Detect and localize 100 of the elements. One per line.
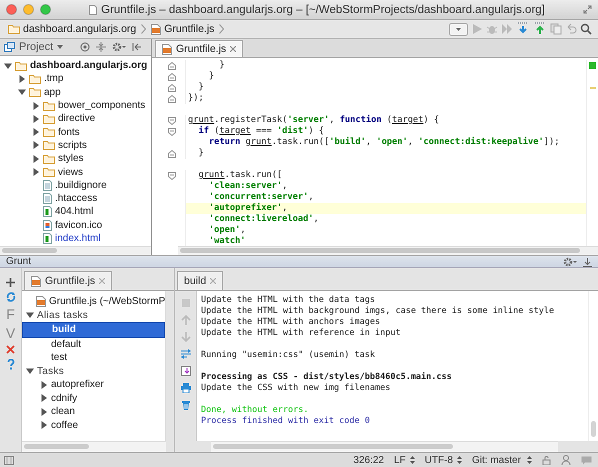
gear-icon[interactable] — [563, 256, 577, 266]
vcs-commit-icon[interactable] — [533, 22, 547, 36]
folder-name[interactable]: fonts — [58, 126, 80, 138]
gruntfile-name[interactable]: Gruntfile.js (~/WebStormP — [49, 296, 165, 308]
folder-name[interactable]: bower_components — [58, 100, 146, 112]
expand-arrow-icon[interactable] — [18, 88, 26, 96]
fold-icon[interactable] — [168, 116, 176, 124]
refresh-icon[interactable] — [6, 292, 16, 302]
close-icon[interactable] — [210, 278, 216, 284]
panel-title: Grunt — [6, 256, 32, 267]
gear-icon[interactable] — [112, 42, 126, 52]
expand-arrow-icon[interactable] — [26, 311, 34, 320]
hide-panel-icon[interactable] — [583, 256, 592, 266]
close-icon[interactable] — [6, 345, 15, 354]
expand-arrow-icon[interactable] — [32, 114, 40, 123]
coverage-icon[interactable] — [501, 23, 513, 35]
breadcrumb[interactable]: Gruntfile.js — [149, 22, 216, 36]
horizontal-scrollbar[interactable] — [0, 246, 151, 255]
close-button[interactable] — [6, 4, 17, 15]
debug-icon[interactable] — [486, 23, 498, 35]
line-separator-selector[interactable]: LF — [394, 454, 406, 466]
editor-tab[interactable]: Gruntfile.js — [155, 40, 244, 57]
unfold-icon[interactable] — [168, 94, 176, 102]
expand-arrow-icon[interactable] — [32, 168, 40, 176]
expand-arrow-icon[interactable] — [26, 367, 34, 376]
folder-name[interactable]: styles — [58, 153, 84, 164]
hide-panel-icon[interactable] — [132, 42, 142, 52]
task-item[interactable]: test — [22, 351, 165, 364]
chevron-icon — [219, 24, 224, 34]
caret-position[interactable]: 326:22 — [353, 454, 384, 466]
task-item[interactable]: cdnify — [22, 392, 165, 405]
horizontal-scrollbar[interactable] — [22, 441, 166, 452]
expand-arrow-icon[interactable] — [18, 74, 26, 83]
expand-arrow-icon[interactable] — [32, 141, 40, 150]
file-name[interactable]: index.html — [55, 233, 101, 244]
breadcrumb[interactable]: dashboard.angularjs.org — [6, 22, 138, 36]
vcs-branch-selector[interactable]: Git: master — [472, 454, 521, 466]
folder-icon — [29, 87, 41, 98]
file-name[interactable]: .buildignore — [55, 180, 107, 191]
soft-wrap-icon[interactable] — [180, 349, 190, 359]
event-log-icon[interactable] — [581, 456, 592, 464]
minimize-button[interactable] — [23, 4, 34, 15]
folder-name[interactable]: directive — [58, 113, 96, 124]
expand-arrow-icon[interactable] — [40, 421, 48, 430]
run-icon[interactable] — [471, 23, 483, 35]
expand-arrow-icon[interactable] — [4, 62, 12, 70]
task-item[interactable]: default — [22, 338, 165, 351]
unfold-icon[interactable] — [168, 84, 176, 92]
fold-icon[interactable] — [168, 172, 176, 180]
trash-icon[interactable] — [180, 400, 190, 410]
folder-name[interactable]: app — [44, 86, 61, 98]
horizontal-scrollbar[interactable] — [211, 441, 558, 452]
file-name[interactable]: 404.html — [55, 206, 94, 218]
js-file-icon — [151, 24, 162, 34]
horizontal-scrollbar[interactable] — [178, 246, 598, 255]
task-item[interactable]: clean — [22, 405, 165, 418]
compare-icon[interactable] — [550, 23, 562, 35]
unfold-icon[interactable] — [168, 62, 176, 70]
console-tab[interactable]: build — [177, 271, 224, 290]
fullscreen-icon[interactable] — [583, 5, 592, 14]
task-item[interactable]: coffee — [22, 418, 165, 432]
folder-name[interactable]: scripts — [58, 140, 87, 151]
expand-arrow-icon[interactable] — [32, 154, 40, 163]
unfold-icon[interactable] — [168, 150, 176, 158]
search-icon[interactable] — [580, 23, 592, 35]
vertical-scrollbar[interactable] — [588, 291, 598, 441]
code-line: grunt.registerTask('server', function (target) { — [187, 115, 440, 126]
scroll-from-source-icon[interactable] — [80, 42, 90, 52]
scroll-to-end-icon[interactable] — [180, 366, 190, 376]
console-line: Done, without errors. — [201, 405, 310, 416]
expand-arrow-icon[interactable] — [40, 394, 48, 402]
folder-name[interactable]: dashboard.angularjs.org — [30, 60, 148, 72]
layout-icon[interactable] — [4, 456, 14, 464]
vcs-update-icon[interactable] — [516, 22, 530, 36]
up-arrow-icon[interactable] — [180, 315, 190, 325]
grunt-file-tab[interactable]: Gruntfile.js — [24, 271, 112, 290]
fold-icon[interactable] — [168, 128, 176, 136]
add-icon[interactable] — [6, 278, 15, 287]
encoding-selector[interactable]: UTF-8 — [424, 454, 453, 466]
close-icon[interactable] — [230, 46, 236, 52]
zoom-button[interactable] — [40, 4, 51, 15]
task-item[interactable]: autoprefixer — [22, 378, 165, 392]
help-icon[interactable] — [6, 359, 14, 370]
task-item[interactable]: build — [22, 322, 165, 338]
code-line: } — [197, 148, 205, 159]
unfold-icon[interactable] — [168, 72, 176, 80]
folder-name[interactable]: views — [58, 166, 84, 178]
expand-arrow-icon[interactable] — [40, 408, 48, 416]
expand-arrow-icon[interactable] — [40, 380, 48, 389]
print-icon[interactable] — [180, 383, 190, 393]
file-name[interactable]: .htaccess — [55, 193, 98, 204]
expand-arrow-icon[interactable] — [32, 102, 40, 110]
file-name[interactable]: favicon.ico — [55, 220, 102, 231]
collapse-all-icon[interactable] — [96, 42, 106, 52]
run-config-dropdown[interactable] — [449, 22, 468, 36]
expand-arrow-icon[interactable] — [32, 128, 40, 136]
lock-icon[interactable] — [542, 456, 551, 464]
folder-name[interactable]: .tmp — [44, 73, 64, 84]
down-arrow-icon[interactable] — [180, 332, 190, 342]
close-icon[interactable] — [99, 278, 106, 284]
